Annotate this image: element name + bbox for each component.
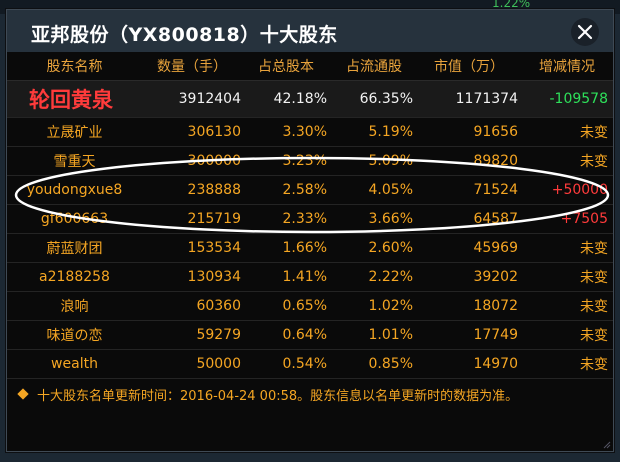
table-row[interactable]: wealth 50000 0.54% 0.85% 14970 未变 [7,350,613,379]
cell-change: -109578 [549,91,609,107]
cell-total-share-pct: 2.33% [282,211,327,227]
cell-total-share-pct: 1.66% [282,240,327,256]
cell-quantity: 306130 [187,124,241,140]
cell-quantity: 50000 [196,356,241,372]
table-row[interactable]: gf600663 215719 2.33% 3.66% 64587 +7505 [7,205,613,234]
cell-float-share-pct: 3.66% [368,211,413,227]
header-float-share-pct[interactable]: 占流通股 [329,52,419,80]
dialog-title: 亚邦股份（YX800818）十大股东 [31,24,338,46]
cell-total-share-pct: 3.23% [282,153,327,169]
cell-quantity: 130934 [187,269,241,285]
cell-change: 未变 [580,357,608,373]
cell-market-value: 14970 [473,356,518,372]
cell-quantity: 3912404 [178,91,241,107]
table-row[interactable]: 立晟矿业 306130 3.30% 5.19% 91656 未变 [7,118,613,147]
cell-market-value: 45969 [473,240,518,256]
cell-change: +50000 [551,182,608,198]
cell-float-share-pct: 2.60% [368,240,413,256]
cell-holder-name: gf600663 [40,211,109,227]
title-bar[interactable]: 亚邦股份（YX800818）十大股东 [7,10,613,52]
cell-quantity: 300000 [187,153,241,169]
header-market-value[interactable]: 市值（万） [419,52,519,80]
cell-total-share-pct: 0.64% [282,327,327,343]
footer-note-bar: 十大股东名单更新时间：2016-04-24 00:58。股东信息以名单更新时的数… [7,382,613,406]
shareholders-dialog: 亚邦股份（YX800818）十大股东 股东名称 数量（手） 占总股本 占流通股 … [6,9,614,452]
cell-total-share-pct: 2.58% [282,182,327,198]
cell-float-share-pct: 5.19% [368,124,413,140]
cell-market-value: 91656 [473,124,518,140]
cell-total-share-pct: 0.65% [282,298,327,314]
cell-holder-name: a2188258 [39,269,110,285]
cell-change: 未变 [580,299,608,315]
cell-market-value: 71524 [473,182,518,198]
cell-holder-name: wealth [51,356,98,372]
cell-holder-name: 轮回黄泉 [29,88,113,112]
table-row[interactable]: youdongxue8 238888 2.58% 4.05% 71524 +50000 [7,176,613,205]
cell-holder-name: 立晟矿业 [46,125,103,141]
table-row[interactable]: 浪响 60360 0.65% 1.02% 18072 未变 [7,292,613,321]
cell-total-share-pct: 42.18% [273,91,327,107]
cell-float-share-pct: 0.85% [368,356,413,372]
cell-holder-name: youdongxue8 [26,182,123,198]
cell-market-value: 1171374 [455,91,518,107]
diamond-bullet-icon [17,388,29,400]
cell-change: 未变 [580,154,608,170]
close-button[interactable] [571,18,599,46]
cell-quantity: 59279 [196,327,241,343]
cell-holder-name: 浪响 [60,299,89,315]
cell-float-share-pct: 2.22% [368,269,413,285]
cell-float-share-pct: 1.01% [368,327,413,343]
cell-total-share-pct: 3.30% [282,124,327,140]
footer-update-note: 十大股东名单更新时间：2016-04-24 00:58。股东信息以名单更新时的数… [37,389,519,404]
cell-change: 未变 [580,270,608,286]
resize-grip-icon[interactable] [601,439,611,449]
cell-market-value: 18072 [473,298,518,314]
table-row[interactable]: 轮回黄泉 3912404 42.18% 66.35% 1171374 -109578 [7,81,613,118]
cell-float-share-pct: 4.05% [368,182,413,198]
table-row[interactable]: 蔚蓝财团 153534 1.66% 2.60% 45969 未变 [7,234,613,263]
table-header: 股东名称 数量（手） 占总股本 占流通股 市值（万） 增减情况 [7,52,613,81]
cell-change: +7505 [560,211,608,227]
cell-float-share-pct: 1.02% [368,298,413,314]
cell-quantity: 60360 [196,298,241,314]
cell-market-value: 89820 [473,153,518,169]
cell-holder-name: 味道の恋 [46,328,103,344]
cell-float-share-pct: 5.09% [368,153,413,169]
header-total-share-pct[interactable]: 占总股本 [241,52,331,80]
cell-quantity: 153534 [187,240,241,256]
close-icon [577,24,593,40]
cell-market-value: 64587 [473,211,518,227]
cell-quantity: 238888 [187,182,241,198]
cell-change: 未变 [580,241,608,257]
cell-change: 未变 [580,125,608,141]
cell-change: 未变 [580,328,608,344]
table-row[interactable]: a2188258 130934 1.41% 2.22% 39202 未变 [7,263,613,292]
header-holder-name[interactable]: 股东名称 [7,52,142,80]
cell-float-share-pct: 66.35% [359,91,413,107]
cell-total-share-pct: 1.41% [282,269,327,285]
cell-quantity: 215719 [187,211,241,227]
shareholders-table: 股东名称 数量（手） 占总股本 占流通股 市值（万） 增减情况 轮回黄泉 3912… [7,52,613,379]
cell-market-value: 17749 [473,327,518,343]
table-row[interactable]: 味道の恋 59279 0.64% 1.01% 17749 未变 [7,321,613,350]
cell-market-value: 39202 [473,269,518,285]
cell-total-share-pct: 0.54% [282,356,327,372]
header-change[interactable]: 增减情况 [522,52,612,80]
cell-holder-name: 蔚蓝财团 [46,241,103,257]
cell-holder-name: 雪重天 [53,154,96,170]
table-row[interactable]: 雪重天 300000 3.23% 5.09% 89820 未变 [7,147,613,176]
header-quantity[interactable]: 数量（手） [147,52,237,80]
